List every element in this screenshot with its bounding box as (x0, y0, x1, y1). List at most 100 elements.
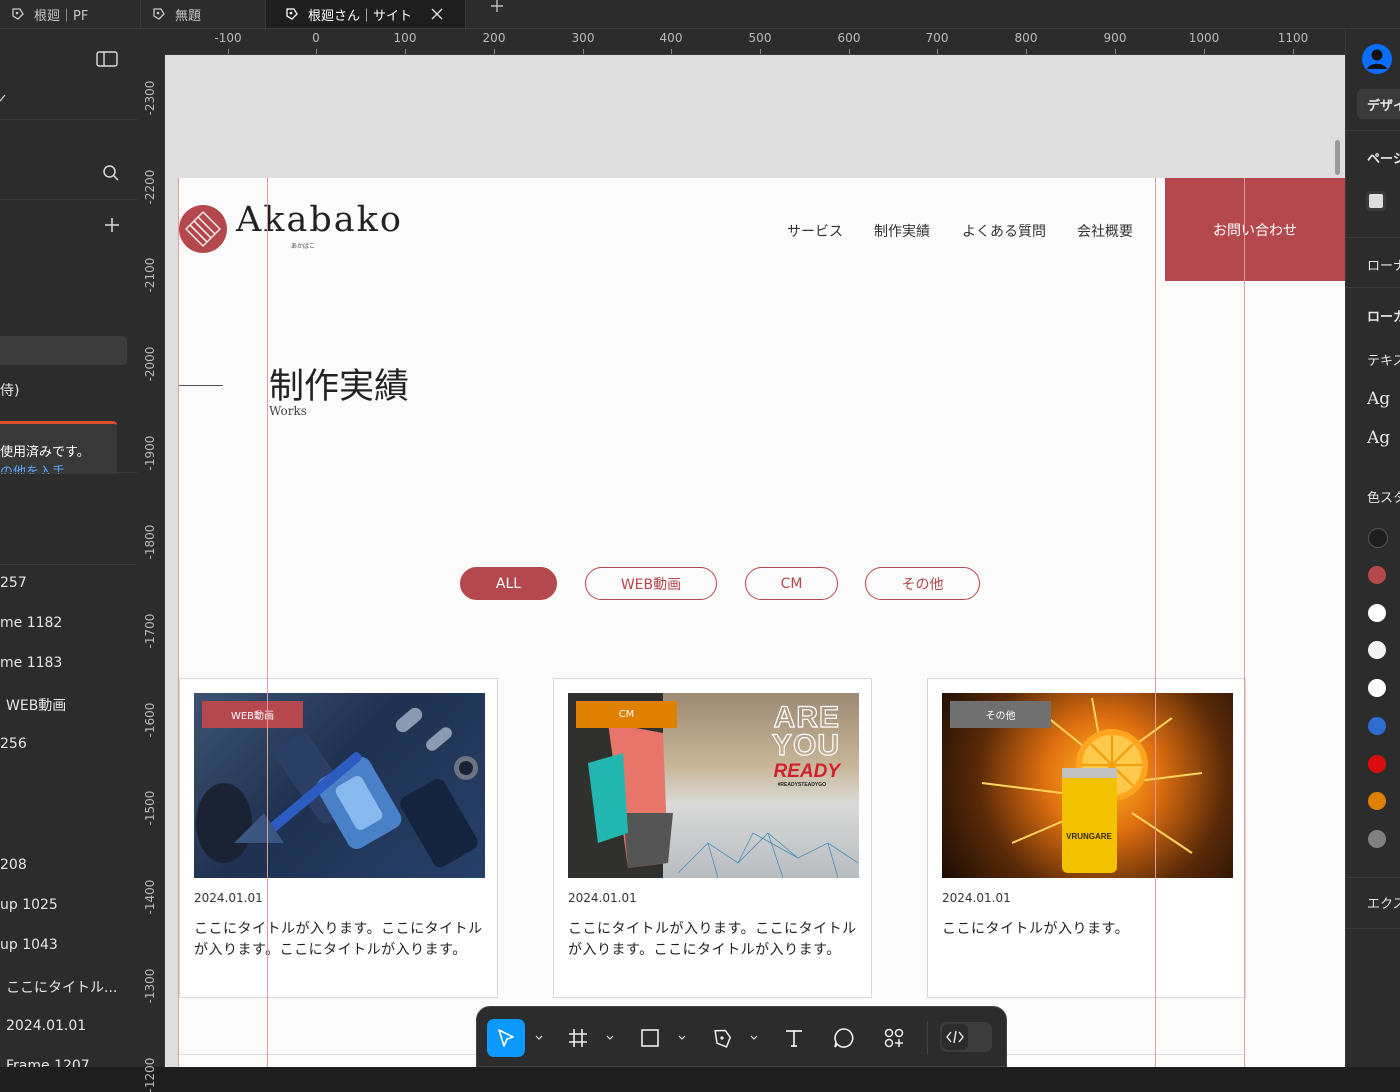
list-item[interactable]: Frame 1207 (6, 1058, 90, 1067)
pen-tool-button[interactable] (703, 1019, 741, 1057)
image-word-2: YOU (772, 729, 840, 762)
text-style-sample[interactable]: Ag (1367, 389, 1390, 409)
shape-tool-button[interactable] (631, 1019, 669, 1057)
tab-site[interactable]: 根廻さん｜サイト (266, 0, 466, 28)
filter-label: WEB動画 (620, 576, 682, 593)
color-swatch[interactable] (1368, 641, 1386, 659)
chevron-down-icon[interactable] (678, 1035, 686, 1041)
ruler-tick-label: 500 (748, 31, 772, 45)
vertical-ruler: -2300 -2200 -2100 -2000 -1900 -1800 -1700 -1600… (137, 54, 165, 1092)
sidebar-toggle-icon[interactable] (96, 51, 118, 67)
color-swatch[interactable] (1368, 755, 1386, 773)
ruler-tick-mark (1026, 49, 1027, 54)
filter-web-video-button[interactable]: WEB動画 (585, 567, 717, 600)
ruler-tick-mark (671, 49, 672, 54)
text-styles-label: テキス (1367, 354, 1400, 369)
frame-tool-button[interactable] (559, 1019, 597, 1057)
work-card-1[interactable]: WEB動画 2024.01.01 ここにタイトルが入ります。ここにタイトルが入り… (179, 678, 498, 998)
chevron-down-icon[interactable] (750, 1035, 758, 1041)
notice-card: 使用済みです。 の他を入手 (0, 421, 117, 474)
page-color-swatch[interactable] (1366, 191, 1386, 211)
list-item[interactable]: up 1043 (0, 937, 58, 953)
layout-guide (1155, 178, 1156, 1067)
ruler-tick-label: -2200 (143, 169, 157, 205)
list-item[interactable]: me 1182 (0, 615, 62, 631)
color-swatch[interactable] (1368, 792, 1386, 810)
work-card-3[interactable]: VRUNGARE その他 2024.01.01 ここにタイトルが入ります。 (927, 678, 1246, 998)
list-item[interactable]: 侍) (0, 380, 19, 400)
logo-subtext: あかばこ (291, 243, 316, 250)
properties-panel: デザイ ペーシ ローナ ローカ テキス Ag Ag 色スタ エクス (1345, 29, 1400, 1067)
list-item[interactable]: ここにタイトル... (6, 977, 117, 997)
divider (0, 472, 137, 473)
ruler-tick-label: -1600 (143, 702, 157, 738)
list-item[interactable]: 2024.01.01 (6, 1018, 86, 1034)
move-tool-button[interactable] (487, 1019, 525, 1057)
text-tool-button[interactable] (775, 1019, 813, 1057)
text-t-icon (786, 1030, 802, 1047)
color-swatch[interactable] (1368, 717, 1386, 735)
ruler-tick-label: 300 (571, 31, 595, 45)
ruler-tick-label: -1800 (143, 524, 157, 560)
chevron-down-icon[interactable] (535, 1035, 543, 1041)
selected-page-row[interactable] (0, 336, 127, 365)
tab-pf[interactable]: 根廻｜PF (0, 0, 141, 28)
filter-other-button[interactable]: その他 (865, 567, 980, 600)
text-style-sample[interactable]: Ag (1367, 428, 1390, 448)
add-page-plus-icon[interactable] (104, 217, 120, 233)
canvas[interactable]: Akabako あかばこ サービス 制作実績 よくある質問 会社概要 お問い合わ… (165, 55, 1345, 1067)
filter-all-button[interactable]: ALL (460, 567, 557, 600)
page-heading: 制作実績 (269, 367, 410, 407)
close-icon[interactable] (430, 7, 444, 21)
ruler-tick-mark (849, 49, 850, 54)
new-tab-plus-icon[interactable] (488, 0, 506, 14)
image-overlay-text: ARE YOU READY #READYSTEADYGO (771, 700, 842, 788)
ruler-tick-mark (583, 49, 584, 54)
nav-item-faq[interactable]: よくある質問 (962, 221, 1046, 241)
nav-item-works[interactable]: 制作実績 (874, 221, 930, 241)
card-image-drink: VRUNGARE その他 (942, 693, 1233, 878)
list-item[interactable]: up 1025 (0, 897, 58, 913)
ruler-tick-label: -1400 (143, 879, 157, 915)
figma-file-icon (286, 8, 298, 20)
toolbar-divider (927, 1021, 928, 1055)
color-swatch[interactable] (1368, 830, 1386, 848)
list-item[interactable]: 208 (0, 857, 27, 873)
comment-tool-button[interactable] (825, 1019, 863, 1057)
dev-mode-toggle[interactable] (940, 1022, 992, 1052)
list-item[interactable]: WEB動画 (6, 695, 66, 715)
tab-untitled[interactable]: 無題 (141, 0, 266, 28)
work-card-2[interactable]: ARE YOU READY #READYSTEADYGO CM 2024.01.… (553, 678, 872, 998)
card-image-grooming: WEB動画 (194, 693, 485, 878)
color-swatch[interactable] (1368, 604, 1386, 622)
comment-bubble-icon (834, 1028, 854, 1048)
list-item[interactable]: me 1183 (0, 655, 62, 671)
card-title: ここにタイトルが入ります。 (942, 921, 1130, 937)
dev-mode-knob (942, 1024, 968, 1050)
card-title: ここにタイトルが入ります。ここにタイトルが入ります。ここにタイトルが入ります。 (194, 921, 483, 958)
canvas-scrollbar[interactable] (1335, 140, 1340, 175)
list-item[interactable]: 257 (0, 575, 27, 591)
chevron-down-icon[interactable] (606, 1035, 614, 1041)
chevron-icon (0, 94, 6, 102)
user-avatar-icon[interactable] (1361, 43, 1393, 75)
color-swatch[interactable] (1368, 566, 1386, 584)
search-icon[interactable] (102, 164, 120, 182)
color-swatch[interactable] (1368, 528, 1388, 548)
divider (1346, 928, 1400, 929)
color-swatch[interactable] (1368, 679, 1386, 697)
actions-tool-button[interactable] (875, 1019, 913, 1057)
contact-button[interactable]: お問い合わせ (1165, 178, 1345, 281)
nav-item-company[interactable]: 会社概要 (1077, 221, 1133, 241)
figma-file-icon (153, 8, 165, 20)
filter-cm-button[interactable]: CM (745, 567, 838, 600)
ruler-tick-mark (1115, 49, 1116, 54)
ruler-tick-mark (760, 49, 761, 54)
list-item[interactable]: 256 (0, 736, 27, 752)
tab-label: 根廻さん｜サイト (308, 8, 413, 24)
nav-item-service[interactable]: サービス (787, 221, 843, 241)
ruler-tick-label: 100 (393, 31, 417, 45)
category-badge: CM (576, 701, 677, 728)
ruler-tick-label: -1200 (143, 1057, 157, 1092)
ruler-tick-label: 0 (312, 31, 320, 45)
